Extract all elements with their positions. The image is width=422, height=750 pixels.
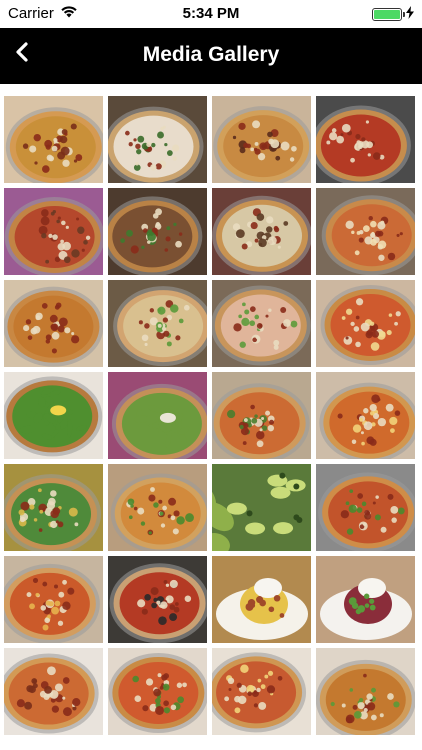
gallery-thumbnail[interactable] [212, 556, 311, 643]
food-photo [4, 96, 103, 183]
gallery-thumbnail[interactable] [212, 280, 311, 367]
navigation-bar: Media Gallery [0, 28, 422, 84]
battery-level [374, 10, 400, 19]
food-photo [108, 96, 207, 183]
gallery-thumbnail[interactable] [212, 372, 311, 459]
food-photo [316, 188, 415, 275]
gallery-thumbnail[interactable] [4, 280, 103, 367]
gallery-thumbnail[interactable] [108, 372, 207, 459]
food-photo [212, 96, 311, 183]
food-photo [212, 280, 311, 367]
status-time: 5:34 PM [182, 5, 240, 22]
gallery-thumbnail[interactable] [316, 372, 415, 459]
gallery-thumbnail[interactable] [212, 188, 311, 275]
gallery-thumbnail[interactable] [316, 96, 415, 183]
gallery-thumbnail[interactable] [212, 464, 311, 551]
gallery-thumbnail[interactable] [212, 648, 311, 735]
food-photo [108, 648, 207, 735]
food-photo [316, 96, 415, 183]
gallery-thumbnail[interactable] [4, 372, 103, 459]
food-photo [316, 280, 415, 367]
food-photo [316, 464, 415, 551]
gallery-thumbnail[interactable] [4, 96, 103, 183]
food-photo [316, 372, 415, 459]
gallery-thumbnail[interactable] [108, 188, 207, 275]
gallery-thumbnail[interactable] [316, 556, 415, 643]
food-photo [108, 372, 207, 459]
gallery-thumbnail[interactable] [4, 556, 103, 643]
food-photo [4, 464, 103, 551]
food-photo [316, 556, 415, 643]
gallery-thumbnail[interactable] [316, 280, 415, 367]
gallery-thumbnail[interactable] [316, 648, 415, 735]
food-photo [108, 556, 207, 643]
food-photo [316, 648, 415, 735]
food-photo [4, 372, 103, 459]
food-photo [108, 464, 207, 551]
food-photo [4, 556, 103, 643]
food-photo [212, 648, 311, 735]
food-photo [108, 280, 207, 367]
media-gallery-grid [4, 96, 420, 735]
gallery-thumbnail[interactable] [4, 464, 103, 551]
gallery-thumbnail[interactable] [4, 648, 103, 735]
food-photo [212, 188, 311, 275]
gallery-thumbnail[interactable] [108, 280, 207, 367]
gallery-thumbnail[interactable] [108, 464, 207, 551]
status-bar: Carrier 5:34 PM [0, 0, 422, 28]
gallery-thumbnail[interactable] [108, 556, 207, 643]
gallery-thumbnail[interactable] [212, 96, 311, 183]
charging-bolt-icon [406, 6, 414, 23]
gallery-thumbnail[interactable] [108, 96, 207, 183]
food-photo [212, 464, 311, 551]
gallery-thumbnail[interactable] [316, 188, 415, 275]
food-photo [4, 280, 103, 367]
status-right [372, 6, 414, 23]
food-photo [212, 556, 311, 643]
battery-icon [372, 8, 405, 21]
food-photo [212, 372, 311, 459]
food-photo [4, 648, 103, 735]
food-photo [4, 188, 103, 275]
gallery-thumbnail[interactable] [316, 464, 415, 551]
gallery-thumbnail[interactable] [108, 648, 207, 735]
food-photo [108, 188, 207, 275]
page-title: Media Gallery [142, 43, 280, 66]
gallery-thumbnail[interactable] [4, 188, 103, 275]
